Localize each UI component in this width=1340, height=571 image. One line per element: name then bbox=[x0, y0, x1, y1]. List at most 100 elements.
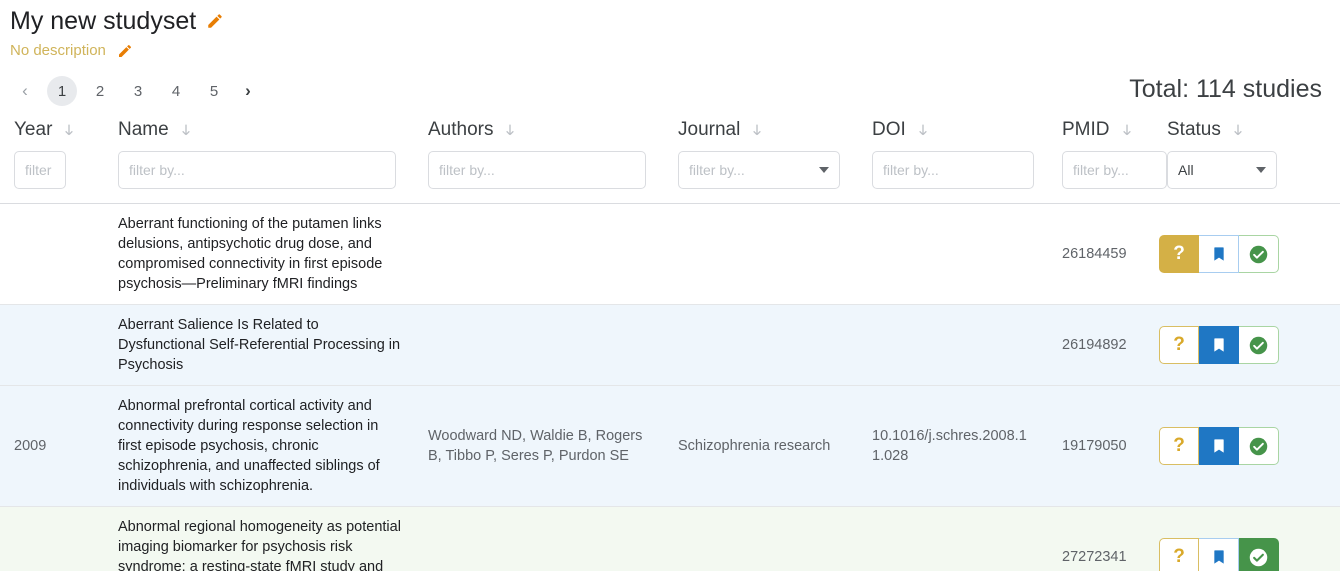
bookmark-icon bbox=[1213, 247, 1224, 261]
cell-name: Aberrant Salience Is Related to Dysfunct… bbox=[104, 304, 414, 386]
cell-doi bbox=[858, 304, 1048, 386]
sort-authors-control[interactable]: Authors bbox=[428, 117, 656, 143]
pagination-page-2[interactable]: 2 bbox=[85, 76, 115, 106]
cell-status: ? bbox=[1153, 385, 1340, 507]
status-completed-button[interactable] bbox=[1239, 538, 1279, 571]
edit-title-pencil-icon[interactable] bbox=[206, 12, 224, 30]
table-header-row: Year Name bbox=[0, 113, 1340, 204]
filter-input-year[interactable] bbox=[14, 151, 66, 189]
column-label-status: Status bbox=[1167, 119, 1221, 140]
status-button-group: ? bbox=[1159, 427, 1279, 465]
cell-authors bbox=[414, 304, 664, 386]
table-row[interactable]: 2009 Abnormal prefrontal cortical activi… bbox=[0, 385, 1340, 507]
status-button-group: ? bbox=[1159, 538, 1279, 571]
sort-status-control[interactable]: Status bbox=[1167, 117, 1332, 143]
cell-pmid: 27272341 bbox=[1048, 506, 1153, 571]
status-bookmark-button[interactable] bbox=[1199, 427, 1239, 465]
status-button-group: ? bbox=[1159, 326, 1279, 364]
status-button-group: ? bbox=[1159, 235, 1279, 273]
pagination-next-icon[interactable]: › bbox=[237, 76, 259, 106]
status-bookmark-button[interactable] bbox=[1199, 538, 1239, 571]
studyset-description-row: No description bbox=[0, 36, 1340, 61]
sort-down-arrow-icon[interactable] bbox=[178, 121, 194, 139]
filter-input-name[interactable] bbox=[118, 151, 396, 189]
status-unknown-button[interactable]: ? bbox=[1159, 427, 1199, 465]
sort-down-arrow-icon[interactable] bbox=[1119, 121, 1135, 139]
column-label-year: Year bbox=[14, 119, 53, 140]
sort-down-arrow-icon[interactable] bbox=[502, 121, 518, 139]
column-label-journal: Journal bbox=[678, 119, 741, 140]
status-unknown-button[interactable]: ? bbox=[1159, 235, 1199, 273]
pagination-page-3[interactable]: 3 bbox=[123, 76, 153, 106]
pagination-bar: ‹ 1 2 3 4 5 › Total: 114 studies bbox=[0, 71, 1340, 111]
column-header-pmid: PMID bbox=[1048, 113, 1167, 204]
sort-down-arrow-icon[interactable] bbox=[915, 121, 931, 139]
status-completed-button[interactable] bbox=[1239, 235, 1279, 273]
pagination-prev-icon[interactable]: ‹ bbox=[14, 76, 36, 106]
column-header-year: Year bbox=[0, 113, 104, 204]
table-row[interactable]: Abnormal regional homogeneity as potenti… bbox=[0, 506, 1340, 571]
cell-journal bbox=[664, 506, 858, 571]
studies-table: Year Name bbox=[0, 113, 1340, 571]
column-header-doi: DOI bbox=[858, 113, 1048, 204]
cell-year bbox=[0, 304, 104, 386]
sort-down-arrow-icon[interactable] bbox=[61, 121, 77, 139]
table-row[interactable]: Aberrant Salience Is Related to Dysfunct… bbox=[0, 304, 1340, 386]
pagination-page-1[interactable]: 1 bbox=[47, 76, 77, 106]
check-circle-icon bbox=[1249, 245, 1268, 263]
cell-status: ? bbox=[1153, 304, 1340, 386]
cell-year bbox=[0, 506, 104, 571]
check-circle-icon bbox=[1249, 336, 1268, 354]
edit-description-pencil-icon[interactable] bbox=[117, 43, 133, 59]
sort-pmid-control[interactable]: PMID bbox=[1062, 117, 1145, 143]
filter-select-journal[interactable]: filter by... bbox=[678, 151, 840, 189]
studyset-title-row: My new studyset bbox=[0, 0, 1340, 36]
cell-doi bbox=[858, 506, 1048, 571]
table-row[interactable]: Aberrant functioning of the putamen link… bbox=[0, 203, 1340, 305]
sort-down-arrow-icon[interactable] bbox=[749, 121, 765, 139]
status-completed-button[interactable] bbox=[1239, 326, 1279, 364]
column-header-authors: Authors bbox=[414, 113, 664, 204]
cell-year: 2009 bbox=[0, 385, 104, 507]
cell-journal: Schizophrenia research bbox=[664, 385, 858, 507]
sort-year-control[interactable]: Year bbox=[14, 117, 96, 143]
column-label-pmid: PMID bbox=[1062, 119, 1110, 140]
cell-name: Aberrant functioning of the putamen link… bbox=[104, 203, 414, 305]
filter-input-authors[interactable] bbox=[428, 151, 646, 189]
cell-year bbox=[0, 203, 104, 305]
status-unknown-button[interactable]: ? bbox=[1159, 326, 1199, 364]
cell-authors bbox=[414, 506, 664, 571]
bookmark-icon bbox=[1213, 550, 1224, 564]
filter-input-doi[interactable] bbox=[872, 151, 1034, 189]
sort-journal-control[interactable]: Journal bbox=[678, 117, 850, 143]
pagination-page-4[interactable]: 4 bbox=[161, 76, 191, 106]
cell-name: Abnormal regional homogeneity as potenti… bbox=[104, 506, 414, 571]
status-completed-button[interactable] bbox=[1239, 427, 1279, 465]
pagination-page-5[interactable]: 5 bbox=[199, 76, 229, 106]
status-bookmark-button[interactable] bbox=[1199, 235, 1239, 273]
page-title: My new studyset bbox=[10, 7, 197, 35]
cell-pmid: 26184459 bbox=[1048, 203, 1153, 305]
sort-name-control[interactable]: Name bbox=[118, 117, 406, 143]
status-unknown-button[interactable]: ? bbox=[1159, 538, 1199, 571]
bookmark-icon bbox=[1213, 439, 1224, 453]
check-circle-icon bbox=[1249, 548, 1268, 566]
cell-name: Abnormal prefrontal cortical activity an… bbox=[104, 385, 414, 507]
cell-journal bbox=[664, 203, 858, 305]
bookmark-icon bbox=[1213, 338, 1224, 352]
cell-doi bbox=[858, 203, 1048, 305]
column-label-authors: Authors bbox=[428, 119, 494, 140]
cell-journal bbox=[664, 304, 858, 386]
check-circle-icon bbox=[1249, 437, 1268, 455]
sort-doi-control[interactable]: DOI bbox=[872, 117, 1040, 143]
filter-input-pmid[interactable] bbox=[1062, 151, 1167, 189]
column-header-journal: Journal filter by... bbox=[664, 113, 858, 204]
cell-status: ? bbox=[1153, 203, 1340, 305]
cell-pmid: 19179050 bbox=[1048, 385, 1153, 507]
cell-authors: Woodward ND, Waldie B, Rogers B, Tibbo P… bbox=[414, 385, 664, 507]
sort-down-arrow-icon[interactable] bbox=[1230, 121, 1246, 139]
studyset-page: My new studyset No description ‹ 1 2 3 4… bbox=[0, 0, 1340, 571]
status-bookmark-button[interactable] bbox=[1199, 326, 1239, 364]
cell-doi: 10.1016/j.schres.2008.11.028 bbox=[858, 385, 1048, 507]
filter-select-status[interactable]: All bbox=[1167, 151, 1277, 189]
